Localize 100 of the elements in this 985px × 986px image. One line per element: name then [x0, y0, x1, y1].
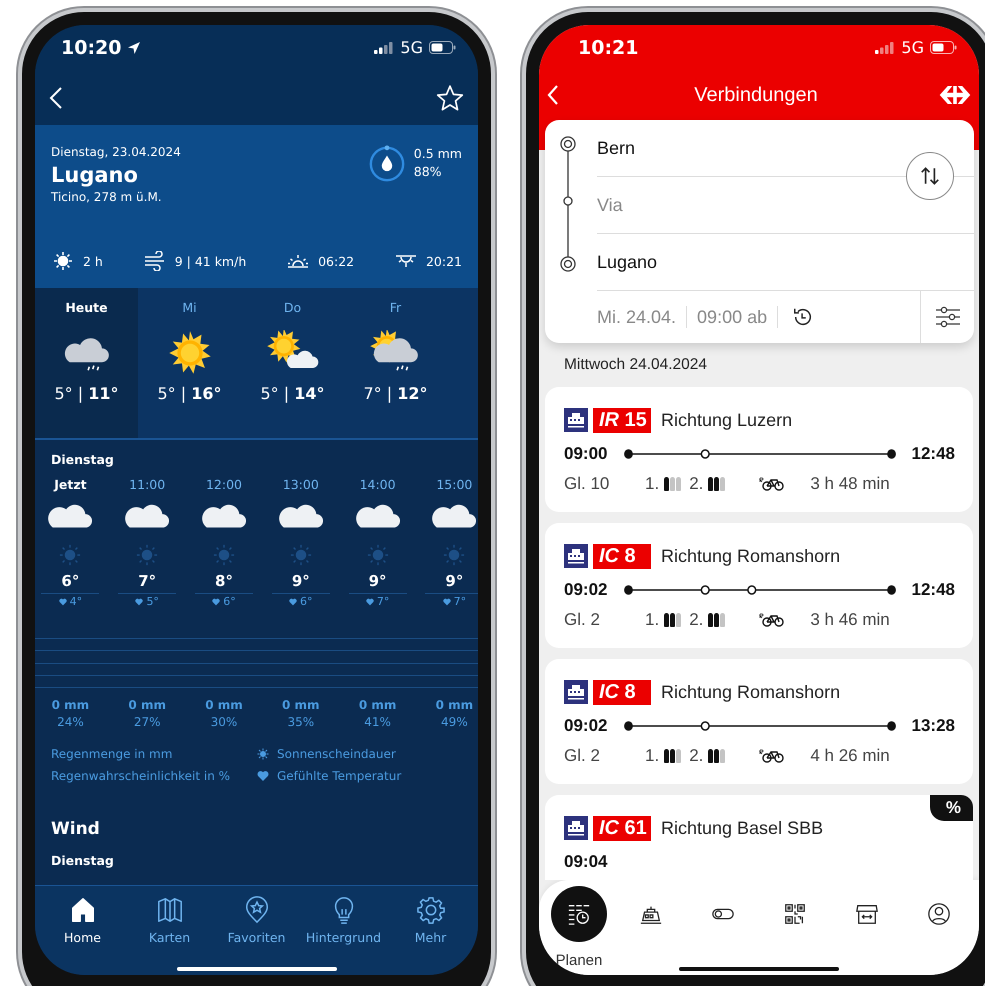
- status-time: 10:21: [578, 36, 638, 58]
- tab-bar-item[interactable]: Karten: [126, 894, 213, 947]
- direction-label: Richtung Basel SBB: [661, 818, 824, 838]
- day-forecast-column[interactable]: Mi 5° | 16°: [138, 288, 241, 438]
- double-arrow-logo-icon: [939, 86, 971, 104]
- departure-time: 09:02: [564, 580, 608, 600]
- travel-duration: 3 h 46 min: [810, 610, 890, 630]
- feels-like-value: 5°: [146, 595, 159, 608]
- back-icon[interactable]: [49, 86, 63, 110]
- travel-duration: 4 h 26 min: [810, 746, 890, 766]
- connection-card[interactable]: % IC 61 Richtung Basel SBB 09:04: [545, 795, 973, 880]
- direction-label: Richtung Luzern: [661, 410, 792, 430]
- arrival-time: 12:48: [912, 580, 955, 600]
- day-label: Mi: [182, 300, 197, 317]
- screen-title: Verbindungen: [693, 84, 819, 106]
- time-button[interactable]: 09:00 ab: [697, 306, 768, 328]
- hour-label[interactable]: 12:00: [206, 477, 242, 492]
- direction-label: Richtung Romanshorn: [661, 682, 840, 702]
- bicycle-icon: [759, 613, 786, 627]
- heart-icon: [135, 598, 144, 606]
- date-button[interactable]: Mi. 24.04.: [597, 306, 676, 328]
- sun-icon: [51, 251, 75, 271]
- connection-card[interactable]: IR 15 Richtung Luzern 09:00 12:48 Gl. 10 1. 2. 3 h 48 min: [545, 387, 973, 512]
- train-icon: [564, 408, 588, 432]
- rain-probability: 35%: [287, 715, 314, 729]
- connection-card[interactable]: IC 8 Richtung Romanshorn 09:02 12:48 Gl. 2 1. 2. 3 h 46 min: [545, 523, 973, 648]
- status-time: 10:20: [61, 36, 122, 58]
- wind-icon: [142, 251, 167, 271]
- hour-label[interactable]: 11:00: [129, 477, 166, 492]
- heart-icon: [442, 598, 451, 606]
- feels-like-value: 6°: [300, 595, 313, 608]
- departure-time: 09:00: [564, 444, 608, 464]
- day-label: Do: [284, 300, 302, 317]
- map-icon: [156, 896, 184, 924]
- hour-label[interactable]: Jetzt: [54, 477, 87, 492]
- rain-probability: 30%: [210, 715, 238, 729]
- to-field[interactable]: Lugano: [597, 234, 974, 291]
- cloud-icon: [431, 504, 478, 530]
- temperature-value: 9°: [445, 572, 464, 590]
- signal-icon: [374, 42, 394, 54]
- bicycle-icon: [759, 749, 786, 763]
- arrival-time: 12:48: [912, 444, 955, 464]
- rain-probability: 24%: [57, 715, 84, 729]
- sun-icon: [366, 544, 389, 566]
- tab-bar-item[interactable]: Favoriten: [213, 894, 300, 947]
- date-label: Dienstag, 23.04.2024: [51, 145, 182, 159]
- sun-icon: [290, 544, 312, 566]
- rain-probability: 49%: [441, 715, 468, 729]
- platform-label: Gl. 2: [564, 746, 601, 766]
- stat-value: 06:22: [318, 254, 354, 268]
- departure-time: 09:04: [564, 852, 608, 872]
- rain-amount: 0 mm: [358, 698, 396, 712]
- travel-duration: 3 h 48 min: [810, 474, 890, 494]
- sun-icon: [443, 544, 466, 566]
- train-line-badge: IC 8: [593, 544, 651, 568]
- heart-icon: [366, 598, 374, 606]
- profile-icon: [927, 902, 951, 926]
- day-forecast-column[interactable]: Do 5° | 14°: [241, 288, 344, 438]
- sun-icon: [257, 748, 269, 760]
- hour-label[interactable]: 14:00: [360, 477, 396, 492]
- star-icon[interactable]: [436, 84, 464, 112]
- stat-value: 20:21: [426, 254, 462, 268]
- stat-value: 2 h: [83, 254, 103, 268]
- rain-amount: 0 mm: [436, 698, 474, 712]
- battery-icon: [429, 41, 456, 54]
- bicycle-icon: [759, 477, 786, 491]
- rain-amount: 0 mm: [205, 698, 243, 712]
- sun-icon: [136, 544, 158, 566]
- train-line-badge: IC 61: [593, 816, 651, 840]
- region-label: Ticino, 278 m ü.M.: [51, 190, 163, 204]
- tab-bar-item[interactable]: Hintergrund: [300, 894, 387, 947]
- cloud-icon: [47, 504, 94, 530]
- shop-icon: [855, 902, 879, 926]
- class-label: 1.: [645, 610, 660, 630]
- feels-like-value: 6°: [223, 595, 236, 608]
- temperature-value: 6°: [61, 572, 80, 590]
- legend-label: Gefühlte Temperatur: [277, 769, 402, 783]
- hour-label[interactable]: 15:00: [436, 477, 472, 492]
- day-heading: Dienstag: [50, 452, 115, 467]
- class-label: 2.: [689, 746, 704, 766]
- cloud-icon: [278, 504, 324, 530]
- hour-label[interactable]: 13:00: [282, 477, 319, 492]
- train-line-badge: IC 8: [593, 680, 651, 704]
- class-label: 2.: [689, 474, 704, 494]
- tab-bar-item[interactable]: Home: [39, 894, 126, 947]
- day-forecast-column[interactable]: Heute 5° | 11°: [35, 288, 138, 438]
- day-forecast-column[interactable]: Fr 7° | 12°: [344, 288, 447, 438]
- tab-bar-item[interactable]: Planen: [543, 880, 615, 975]
- temperature-range: 7° | 12°: [363, 384, 428, 403]
- connection-card[interactable]: IC 8 Richtung Romanshorn 09:02 13:28 Gl. 2 1. 2. 4 h 26 min: [545, 659, 973, 784]
- temperature-value: 9°: [292, 572, 310, 590]
- precipitation-probability: 88%: [414, 163, 443, 181]
- swap-stations-button[interactable]: [906, 152, 954, 200]
- network-label: 5G: [400, 38, 423, 57]
- signal-icon: [875, 42, 896, 54]
- tab-bar-item[interactable]: Mehr: [387, 894, 474, 947]
- temperature-range: 5° | 14°: [260, 384, 324, 403]
- train-line-badge: IR 15: [593, 408, 651, 432]
- train-icon: [564, 544, 588, 568]
- feels-like-value: 4°: [70, 595, 82, 608]
